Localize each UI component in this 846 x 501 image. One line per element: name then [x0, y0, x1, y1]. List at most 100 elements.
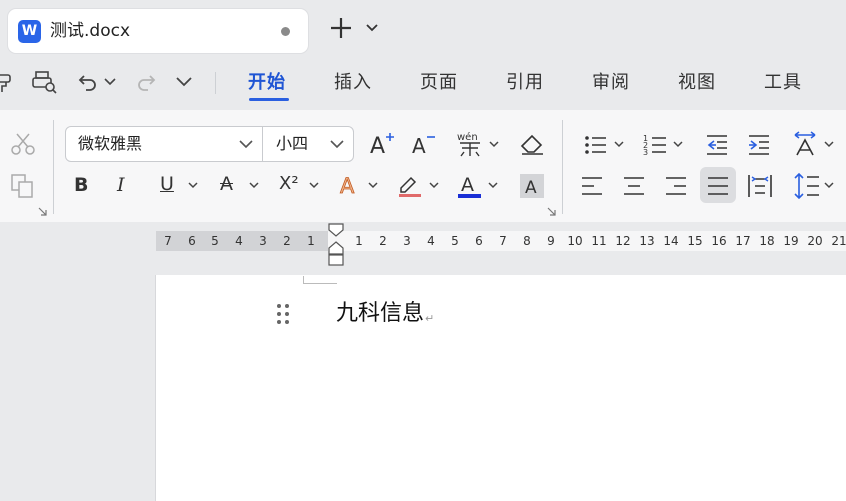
tab-tools[interactable]: 工具: [764, 71, 802, 95]
font-dialog-launcher-icon[interactable]: [547, 207, 556, 216]
font-name-field[interactable]: 微软雅黑: [78, 134, 142, 154]
distributed-align-icon[interactable]: [747, 173, 773, 199]
shrink-font-icon[interactable]: A: [410, 131, 438, 157]
svg-text:A: A: [525, 178, 537, 198]
text-effect-dropdown-icon[interactable]: [368, 182, 378, 189]
tab-view[interactable]: 视图: [678, 71, 716, 95]
tab-page[interactable]: 页面: [420, 71, 458, 95]
grow-font-icon[interactable]: A: [368, 131, 396, 157]
ruler-tick-label: 9: [547, 234, 555, 248]
bullet-list-icon[interactable]: [584, 134, 608, 156]
font-size-dropdown-icon[interactable]: [330, 140, 344, 149]
active-tab-indicator: [249, 98, 289, 101]
pinyin-guide-icon[interactable]: wén: [456, 130, 486, 158]
line-spacing-dropdown-icon[interactable]: [824, 182, 834, 189]
ruler-tick-label: 5: [211, 234, 219, 248]
highlight-dropdown-icon[interactable]: [429, 182, 439, 189]
tab-title: 测试.docx: [50, 21, 131, 41]
align-center-icon[interactable]: [622, 175, 646, 197]
margin-corner-mark: [303, 276, 337, 284]
svg-text:A: A: [412, 134, 426, 157]
pinyin-dropdown-icon[interactable]: [489, 141, 499, 148]
ruler-tick-label: 20: [807, 234, 823, 248]
bold-button[interactable]: B: [74, 174, 88, 196]
document-page[interactable]: [156, 275, 846, 501]
ruler-tick-label: 6: [475, 234, 483, 248]
line-spacing-icon[interactable]: [793, 172, 821, 200]
italic-button[interactable]: I: [117, 174, 125, 196]
ruler-tick-label: 8: [523, 234, 531, 248]
ruler-tick-label: 21: [831, 234, 846, 248]
strikethrough-button[interactable]: A: [220, 173, 233, 195]
character-spacing-dropdown-icon[interactable]: [824, 141, 834, 148]
ruler-tick-label: 3: [259, 234, 267, 248]
font-selector: 微软雅黑 小四: [65, 126, 354, 162]
svg-text:3: 3: [643, 148, 648, 157]
paragraph-mark-icon: ↵: [425, 312, 435, 325]
underline-button[interactable]: U: [160, 173, 174, 195]
ruler-tick-label: 2: [379, 234, 387, 248]
ruler-tick-label: 4: [427, 234, 435, 248]
document-paragraph[interactable]: 九科信息↵: [336, 299, 434, 334]
unsaved-dot-icon[interactable]: [281, 27, 290, 36]
horizontal-ruler[interactable]: 7 6 5 4 3 2 1 1 2 3 4 5 6 7 8 9 10 11 12…: [156, 231, 846, 251]
ruler-tick-label: 19: [783, 234, 799, 248]
font-name-dropdown-icon[interactable]: [239, 140, 253, 149]
new-tab-plus-icon[interactable]: [329, 16, 353, 40]
character-spacing-icon[interactable]: [792, 130, 820, 158]
separator: [562, 120, 563, 214]
text-effect-icon[interactable]: A: [338, 172, 362, 198]
font-color-icon[interactable]: A: [457, 172, 483, 200]
format-painter-icon[interactable]: [0, 72, 18, 94]
justify-icon[interactable]: [706, 175, 730, 197]
more-chevron-icon[interactable]: [176, 77, 192, 87]
svg-text:A: A: [461, 174, 474, 196]
align-left-icon[interactable]: [580, 175, 604, 197]
separator: [262, 127, 263, 161]
undo-icon[interactable]: [78, 72, 98, 92]
tab-home[interactable]: 开始: [248, 71, 286, 95]
new-tab-dropdown-icon[interactable]: [365, 23, 379, 33]
separator: [53, 120, 54, 214]
strikethrough-dropdown-icon[interactable]: [249, 182, 259, 189]
paragraph-drag-handle-icon[interactable]: [276, 303, 290, 325]
align-right-icon[interactable]: [664, 175, 688, 197]
numbered-list-dropdown-icon[interactable]: [673, 141, 683, 148]
font-size-field[interactable]: 小四: [276, 134, 308, 154]
ruler-tick-label: 7: [499, 234, 507, 248]
ruler-tick-label: 14: [663, 234, 679, 248]
underline-dropdown-icon[interactable]: [188, 182, 198, 189]
tab-insert[interactable]: 插入: [334, 71, 372, 95]
clear-format-eraser-icon[interactable]: [519, 132, 545, 156]
ruler-tick-label: 11: [591, 234, 607, 248]
undo-dropdown-icon[interactable]: [104, 78, 116, 86]
redo-icon[interactable]: [136, 72, 156, 92]
character-shading-icon[interactable]: A: [519, 173, 545, 199]
wps-writer-logo-icon: W: [18, 20, 41, 43]
cut-icon[interactable]: [10, 132, 36, 156]
increase-indent-icon[interactable]: [747, 134, 771, 156]
ruler-tick-label: 4: [235, 234, 243, 248]
tab-references[interactable]: 引用: [506, 71, 544, 95]
svg-text:A: A: [340, 174, 355, 198]
ruler-tick-label: 6: [188, 234, 196, 248]
superscript-button[interactable]: X²: [279, 173, 299, 194]
font-color-dropdown-icon[interactable]: [488, 182, 498, 189]
indent-marker-handle[interactable]: [327, 222, 345, 268]
tab-review[interactable]: 审阅: [592, 71, 630, 95]
copy-icon[interactable]: [10, 173, 36, 199]
svg-text:A: A: [370, 134, 385, 157]
ruler-tick-label: 17: [735, 234, 751, 248]
highlight-icon[interactable]: [397, 172, 423, 198]
svg-text:wén: wén: [457, 131, 478, 143]
bullet-list-dropdown-icon[interactable]: [614, 141, 624, 148]
decrease-indent-icon[interactable]: [705, 134, 729, 156]
clipboard-dialog-launcher-icon[interactable]: [38, 207, 47, 216]
numbered-list-icon[interactable]: 1 2 3: [643, 133, 667, 157]
paragraph-text: 九科信息: [336, 301, 425, 326]
print-preview-icon[interactable]: [32, 70, 58, 94]
ruler-tick-label: 5: [451, 234, 459, 248]
title-bar: W 测试.docx: [0, 0, 846, 60]
document-tab[interactable]: W 测试.docx: [8, 9, 308, 53]
superscript-dropdown-icon[interactable]: [309, 182, 319, 189]
